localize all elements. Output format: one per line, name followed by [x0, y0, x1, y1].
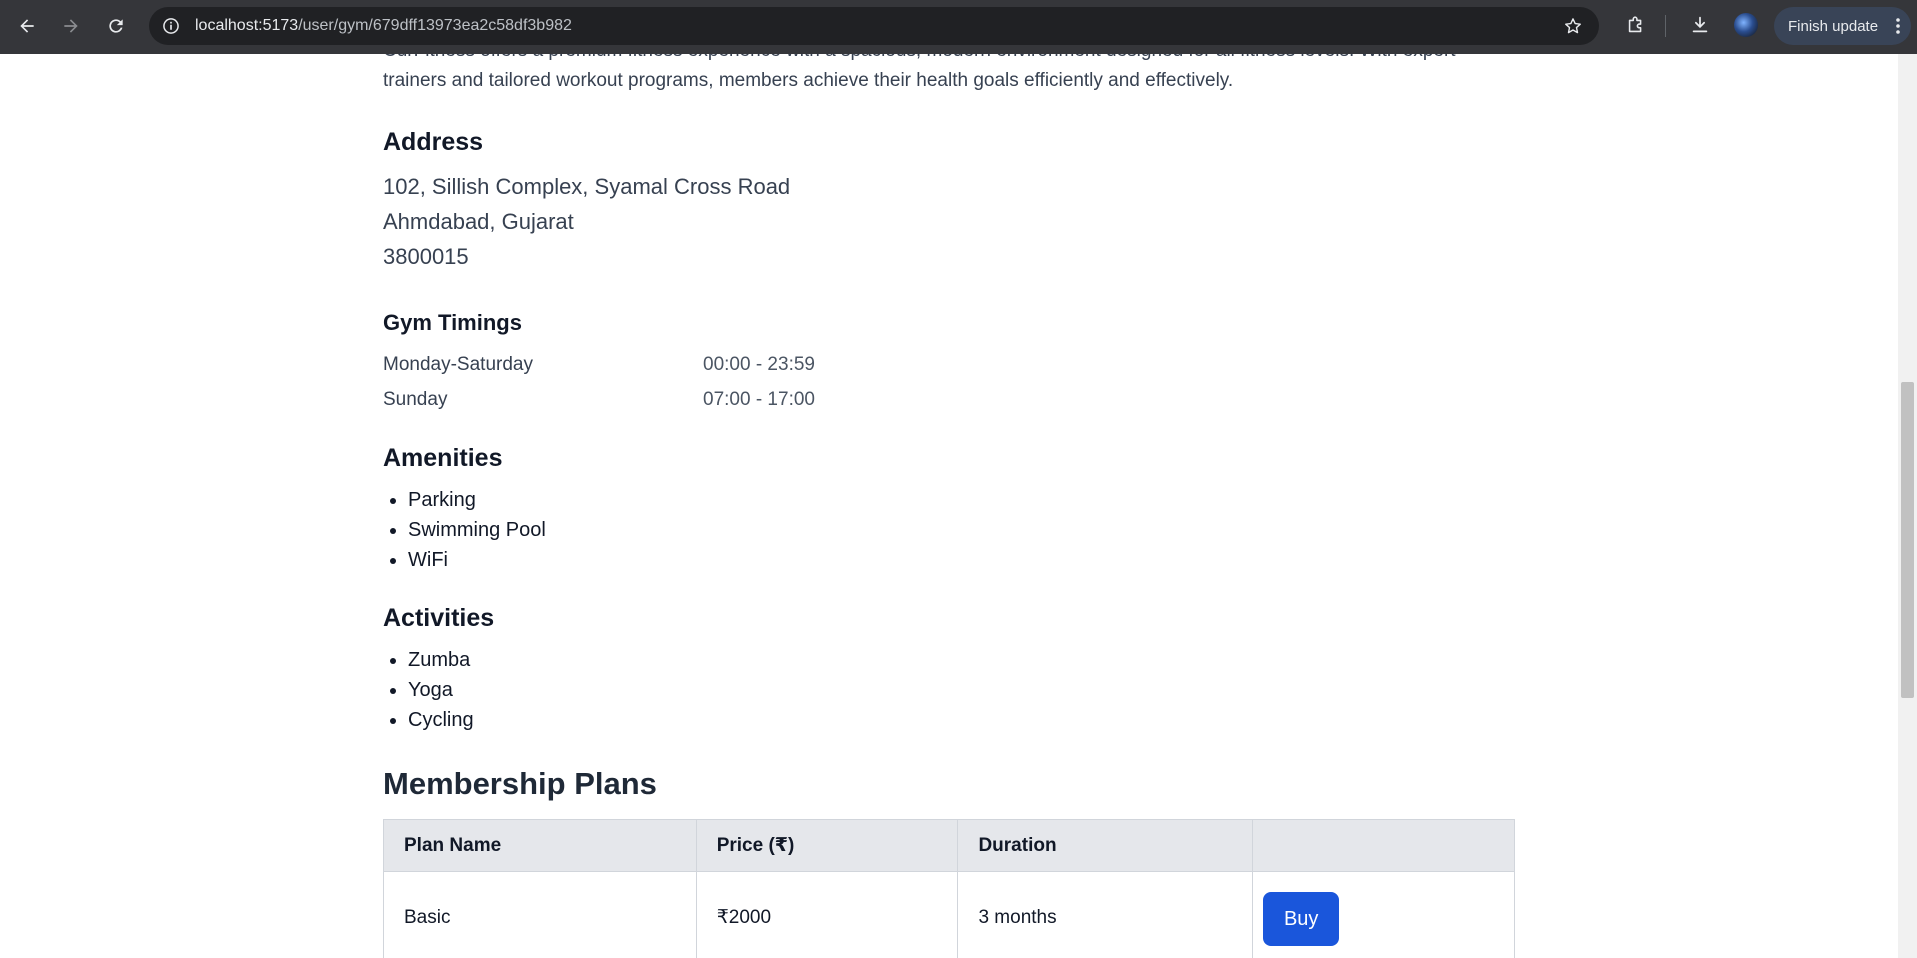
address-heading: Address [383, 128, 484, 156]
finish-update-label: Finish update [1788, 17, 1879, 35]
list-item: Zumba [408, 645, 474, 675]
gym-description: CurFitness offers a premium fitness expe… [383, 54, 1456, 91]
amenities-heading: Amenities [383, 444, 503, 472]
col-header-duration: Duration [957, 819, 1254, 872]
list-item: Swimming Pool [408, 515, 546, 545]
forward-button[interactable] [57, 12, 85, 40]
download-icon[interactable] [1689, 14, 1711, 36]
browser-toolbar: localhost:5173/user/gym/679dff13973ea2c5… [0, 0, 1917, 54]
col-header-action [1252, 819, 1515, 872]
membership-plans-table: Plan Name Price (₹) Duration Basic ₹2000… [383, 819, 1515, 958]
plan-name-cell: Basic [383, 871, 697, 958]
timing-day: Monday-Saturday [383, 354, 533, 375]
profile-avatar[interactable] [1734, 13, 1758, 37]
scrollbar-thumb[interactable] [1901, 382, 1914, 698]
arrow-left-icon [20, 19, 34, 33]
timing-day: Sunday [383, 389, 448, 410]
membership-plans-heading: Membership Plans [383, 766, 657, 801]
page-scrollbar[interactable] [1898, 54, 1917, 958]
table-header-row: Plan Name Price (₹) Duration [383, 819, 1515, 872]
list-item: Parking [408, 485, 546, 515]
more-vert-icon[interactable] [1895, 17, 1901, 35]
amenities-list: Parking Swimming Pool WiFi [408, 485, 546, 575]
address-bar[interactable]: localhost:5173/user/gym/679dff13973ea2c5… [149, 7, 1599, 45]
address-line-1: 102, Sillish Complex, Syamal Cross Road [383, 174, 791, 199]
activities-list: Zumba Yoga Cycling [408, 645, 474, 735]
back-button[interactable] [13, 12, 41, 40]
address-pincode: 3800015 [383, 244, 469, 269]
gym-timings-heading: Gym Timings [383, 310, 522, 335]
col-header-plan-name: Plan Name [383, 819, 697, 872]
activities-heading: Activities [383, 604, 495, 632]
page-viewport: CurFitness offers a premium fitness expe… [0, 54, 1898, 958]
table-row: Basic ₹2000 3 months Buy [383, 871, 1515, 958]
plan-action-cell: Buy [1252, 871, 1515, 958]
timing-hours: 00:00 - 23:59 [703, 354, 815, 375]
extensions-icon[interactable] [1625, 14, 1647, 36]
url-text: localhost:5173/user/gym/679dff13973ea2c5… [195, 17, 572, 34]
bookmark-star-icon[interactable] [1563, 16, 1583, 36]
site-info-icon[interactable] [161, 16, 181, 36]
list-item: WiFi [408, 545, 546, 575]
list-item: Yoga [408, 675, 474, 705]
plan-duration-cell: 3 months [957, 871, 1254, 958]
plan-price-cell: ₹2000 [695, 871, 959, 958]
arrow-right-icon [64, 19, 78, 33]
toolbar-divider [1665, 15, 1666, 37]
reload-icon [109, 19, 123, 33]
address-line-2: Ahmdabad, Gujarat [383, 209, 574, 234]
reload-button[interactable] [102, 12, 130, 40]
buy-button[interactable]: Buy [1263, 891, 1340, 946]
list-item: Cycling [408, 705, 474, 735]
col-header-price: Price (₹) [695, 819, 959, 872]
finish-update-button[interactable]: Finish update [1774, 7, 1911, 45]
timing-hours: 07:00 - 17:00 [703, 389, 815, 410]
